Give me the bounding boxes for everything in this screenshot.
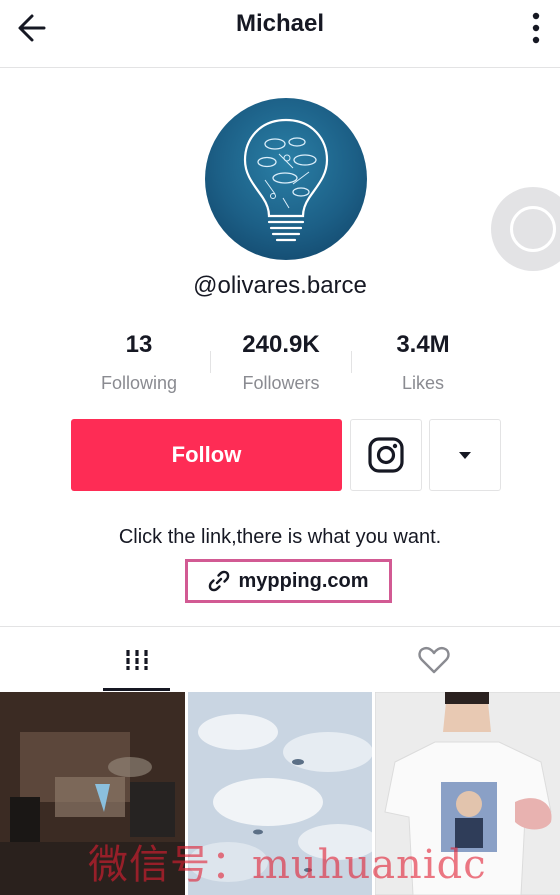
person-tshirt-scene <box>375 692 560 895</box>
stat-likes[interactable]: 3.4M Likes <box>352 331 494 395</box>
video-thumbnail[interactable] <box>375 692 560 895</box>
avatar[interactable] <box>205 98 367 260</box>
page-title: Michael <box>235 10 325 37</box>
stat-label: Following <box>100 373 178 393</box>
video-thumbnail[interactable] <box>187 692 373 895</box>
top-bar: Michael <box>0 0 560 68</box>
dark-room-scene <box>0 692 185 895</box>
stat-followers[interactable]: 240.9K Followers <box>210 331 352 395</box>
video-grid <box>0 692 560 895</box>
lightbulb-icon <box>243 118 329 242</box>
divider <box>210 351 211 373</box>
bio-text: Click the link,there is what you want. <box>118 526 442 548</box>
stat-value: 3.4M <box>396 331 450 358</box>
stat-value: 240.9K <box>242 331 320 358</box>
follow-button[interactable]: Follow <box>71 419 342 491</box>
username: @olivares.barce <box>193 272 367 299</box>
video-thumbnail[interactable] <box>0 692 185 895</box>
active-tab-indicator <box>103 688 170 691</box>
stat-label: Followers <box>242 373 320 393</box>
profile-tabs <box>0 626 560 692</box>
snow-scene <box>187 692 373 895</box>
stat-label: Likes <box>401 373 445 393</box>
tab-videos[interactable] <box>103 627 170 693</box>
tab-liked[interactable] <box>400 627 467 693</box>
more-actions-dropdown[interactable] <box>429 419 501 491</box>
bio-link-text: mypping.com <box>238 569 369 592</box>
arrow-left-icon <box>18 14 46 42</box>
more-options-button[interactable] <box>518 6 554 50</box>
stats-row: 13 Following 240.9K Followers 3.4M Likes <box>68 331 494 395</box>
ring-icon <box>510 206 556 252</box>
floating-assistive-button[interactable] <box>491 187 560 271</box>
caret-down-icon <box>459 451 471 459</box>
grid-icon <box>125 650 148 670</box>
heart-outline-icon <box>417 647 450 674</box>
stat-value: 13 <box>125 331 153 358</box>
bio-link[interactable]: mypping.com <box>185 559 392 603</box>
stat-following[interactable]: 13 Following <box>68 331 210 395</box>
instagram-icon <box>368 437 404 473</box>
link-icon <box>209 570 230 592</box>
instagram-button[interactable] <box>350 419 422 491</box>
back-button[interactable] <box>10 6 54 50</box>
more-vertical-icon <box>532 12 540 44</box>
